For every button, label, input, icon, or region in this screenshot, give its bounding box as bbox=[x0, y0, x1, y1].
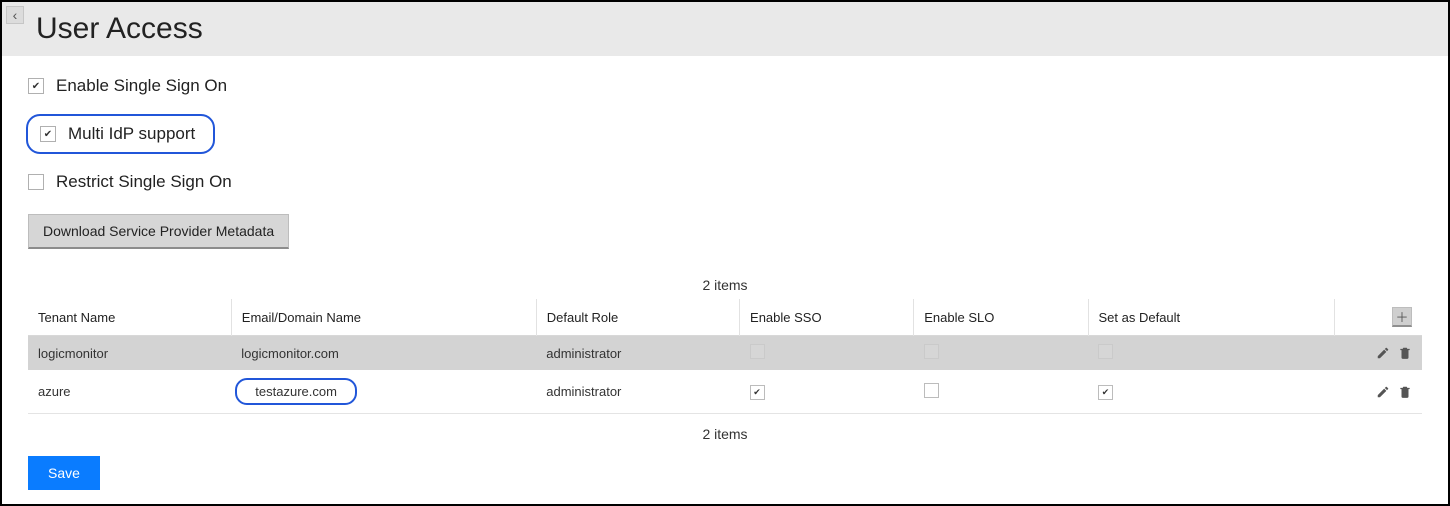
enable-sso-checkbox[interactable] bbox=[750, 344, 765, 359]
multi-idp-highlight: ✔ Multi IdP support bbox=[26, 114, 215, 154]
email-highlight: testazure.com bbox=[235, 378, 357, 405]
col-tenant-name[interactable]: Tenant Name bbox=[28, 299, 231, 336]
page-header: ‹ User Access bbox=[2, 2, 1448, 56]
restrict-sso-label: Restrict Single Sign On bbox=[56, 172, 232, 192]
cell-email: testazure.com bbox=[231, 370, 536, 414]
cell-role: administrator bbox=[536, 370, 739, 414]
enable-sso-checkbox[interactable]: ✔ bbox=[750, 385, 765, 400]
set-default-cell: ✔ bbox=[1088, 370, 1335, 414]
download-metadata-button[interactable]: Download Service Provider Metadata bbox=[28, 214, 289, 249]
cell-role: administrator bbox=[536, 336, 739, 371]
chevron-left-icon: ‹ bbox=[13, 7, 18, 23]
restrict-sso-row: Restrict Single Sign On bbox=[28, 172, 1422, 192]
table-header-row: Tenant Name Email/Domain Name Default Ro… bbox=[28, 299, 1422, 336]
multi-idp-label: Multi IdP support bbox=[68, 124, 195, 144]
col-enable-slo[interactable]: Enable SLO bbox=[914, 299, 1088, 336]
table-row: logicmonitorlogicmonitor.comadministrato… bbox=[28, 336, 1422, 371]
items-count-bottom: 2 items bbox=[28, 426, 1422, 442]
cell-actions bbox=[1335, 336, 1422, 371]
set-default-cell bbox=[1088, 336, 1335, 371]
enable-sso-label: Enable Single Sign On bbox=[56, 76, 227, 96]
row-actions bbox=[1345, 385, 1412, 399]
idp-table: Tenant Name Email/Domain Name Default Ro… bbox=[28, 299, 1422, 414]
enable-slo-cell bbox=[914, 370, 1088, 414]
enable-sso-cell bbox=[740, 336, 914, 371]
set-default-checkbox[interactable] bbox=[1098, 344, 1113, 359]
col-set-default[interactable]: Set as Default bbox=[1088, 299, 1335, 336]
content-area: ✔ Enable Single Sign On ✔ Multi IdP supp… bbox=[2, 56, 1448, 454]
items-count-top: 2 items bbox=[28, 277, 1422, 293]
delete-icon[interactable] bbox=[1398, 385, 1412, 399]
col-actions: ＋ bbox=[1335, 299, 1422, 336]
col-default-role[interactable]: Default Role bbox=[536, 299, 739, 336]
cell-tenant: azure bbox=[28, 370, 231, 414]
cell-actions bbox=[1335, 370, 1422, 414]
page-title: User Access bbox=[36, 12, 1434, 46]
save-button[interactable]: Save bbox=[28, 456, 100, 490]
delete-icon[interactable] bbox=[1398, 346, 1412, 360]
restrict-sso-checkbox[interactable] bbox=[28, 174, 44, 190]
row-actions bbox=[1345, 346, 1412, 360]
table-row: azuretestazure.com administrator ✔ ✔ bbox=[28, 370, 1422, 414]
col-email-domain[interactable]: Email/Domain Name bbox=[231, 299, 536, 336]
enable-sso-cell: ✔ bbox=[740, 370, 914, 414]
enable-sso-checkbox[interactable]: ✔ bbox=[28, 78, 44, 94]
set-default-checkbox[interactable]: ✔ bbox=[1098, 385, 1113, 400]
cell-tenant: logicmonitor bbox=[28, 336, 231, 371]
col-enable-sso[interactable]: Enable SSO bbox=[740, 299, 914, 336]
edit-icon[interactable] bbox=[1376, 385, 1390, 399]
add-row-button[interactable]: ＋ bbox=[1392, 307, 1412, 327]
multi-idp-checkbox[interactable]: ✔ bbox=[40, 126, 56, 142]
enable-slo-checkbox[interactable] bbox=[924, 383, 939, 398]
enable-slo-checkbox[interactable] bbox=[924, 344, 939, 359]
edit-icon[interactable] bbox=[1376, 346, 1390, 360]
back-button[interactable]: ‹ bbox=[6, 6, 24, 24]
enable-slo-cell bbox=[914, 336, 1088, 371]
enable-sso-row: ✔ Enable Single Sign On bbox=[28, 76, 1422, 96]
cell-email: logicmonitor.com bbox=[231, 336, 536, 371]
